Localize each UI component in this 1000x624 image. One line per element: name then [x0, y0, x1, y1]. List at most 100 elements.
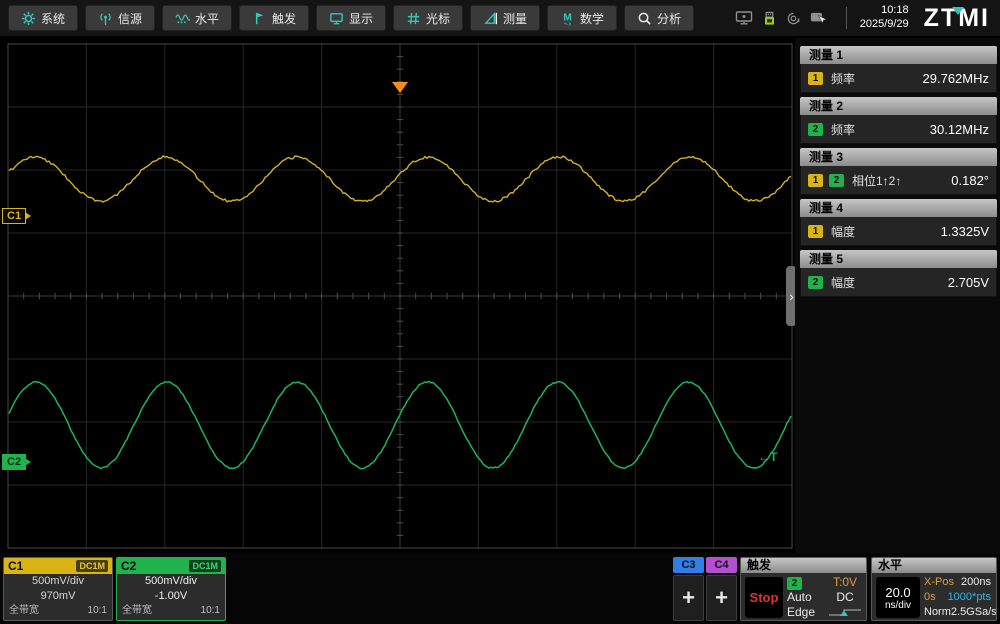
status-icons	[735, 10, 827, 26]
c2-marker-arrow-icon	[25, 458, 31, 466]
trigger-sweep-mode: Auto	[787, 591, 812, 604]
measurement-card-body: 2 幅度 2.705V	[800, 268, 997, 297]
c1-marker-arrow-icon	[25, 212, 31, 220]
c2-name: C2	[121, 559, 136, 573]
delay-value: 0s	[924, 591, 936, 604]
trigger-position-marker-icon[interactable]	[392, 82, 408, 93]
c2-scale: 500mV/div	[117, 574, 225, 589]
c2-bandwidth: 全带宽	[122, 604, 152, 618]
channel-badge: 2	[808, 123, 823, 136]
measurement-card[interactable]: 测量 41幅度1.3325V	[800, 199, 997, 246]
measurement-card-title: 测量 5	[800, 250, 997, 268]
toolbar-button-label: 光标	[426, 10, 450, 27]
analysis-magnifier-icon	[637, 11, 652, 26]
measurement-card-title: 测量 2	[800, 97, 997, 115]
record-points: 1000*pts	[948, 591, 991, 604]
toolbar-button-label: 水平	[195, 10, 219, 27]
channel-badge: 2	[829, 174, 844, 187]
scope-display[interactable]: C1 C2 ←T	[0, 38, 795, 555]
trigger-panel-title: 触发	[741, 558, 866, 573]
trigger-level-value: T:0V	[833, 576, 857, 589]
toolbar-button-math[interactable]: M+-x 数学	[547, 5, 617, 31]
acquire-mode: Norm	[924, 606, 951, 619]
c2-header: C2 DC1M	[117, 558, 225, 574]
measurement-value: 29.762MHz	[923, 71, 989, 86]
channel-badge: 1	[808, 72, 823, 85]
c2-coupling-badge: DC1M	[189, 560, 221, 572]
measurement-card-title: 测量 4	[800, 199, 997, 217]
measurement-value: 2.705V	[948, 275, 989, 290]
measurement-card[interactable]: 测量 5 2 幅度 2.705V	[800, 250, 997, 297]
toolbar-button-display[interactable]: 显示	[316, 5, 386, 31]
measure-triangle-icon	[483, 11, 498, 26]
xpos-label: X-Pos	[924, 576, 954, 589]
display-icon	[329, 11, 344, 26]
c1-name: C1	[8, 559, 23, 573]
c1-offset-marker-label: C1	[7, 210, 21, 222]
toolbar-button-label: 系统	[41, 10, 65, 27]
math-icon: M+-x	[560, 11, 575, 26]
measurement-card[interactable]: 测量 312相位1↑2↑0.182°	[800, 148, 997, 195]
clock-date: 2025/9/29	[860, 18, 909, 32]
c1-probe-ratio: 10:1	[88, 604, 107, 618]
timebase-value: 20.0	[885, 585, 910, 600]
c2-offset: -1.00V	[117, 589, 225, 604]
toolbar-button-horizontal[interactable]: 水平	[162, 5, 232, 31]
measurement-label: 幅度	[831, 274, 855, 291]
c3-name[interactable]: C3	[673, 557, 704, 573]
measurement-label: 频率	[831, 70, 855, 87]
toolbar-button-label: 显示	[349, 10, 373, 27]
c3-add-button[interactable]: +	[673, 575, 704, 621]
c2-offset-marker[interactable]: C2	[2, 454, 26, 470]
brand-logo-triangle-icon	[952, 7, 964, 15]
wave-icon	[175, 11, 190, 26]
channel-box-c4: C4 +	[706, 557, 737, 621]
trigger-type: Edge	[787, 606, 815, 619]
usb-device-icon	[762, 11, 777, 26]
toolbar-button-source[interactable]: 信源	[85, 5, 155, 31]
gear-icon	[21, 11, 36, 26]
window-span: 200ns	[961, 576, 991, 589]
trigger-level-marker[interactable]: ←T	[758, 450, 777, 464]
measurement-label: 频率	[831, 121, 855, 138]
measurement-card-body: 12 相位1↑2↑ 0.182°	[800, 166, 997, 195]
toolbar-button-trigger[interactable]: 触发	[239, 5, 309, 31]
toolbar-button-analysis[interactable]: 分析	[624, 5, 694, 31]
clock-time: 10:18	[860, 4, 909, 18]
clock: 10:18 2025/9/29	[860, 4, 909, 32]
rising-edge-icon	[827, 606, 863, 619]
c1-offset-marker[interactable]: C1	[2, 208, 26, 224]
measurement-label: 幅度	[831, 223, 855, 240]
measurement-value: 0.182°	[951, 173, 989, 188]
bottom-bar: C1 DC1M 500mV/div 970mV 全带宽 10:1 C2 DC1M…	[0, 553, 1000, 624]
channel-box-c1[interactable]: C1 DC1M 500mV/div 970mV 全带宽 10:1	[3, 557, 113, 621]
c4-name[interactable]: C4	[706, 557, 737, 573]
toolbar-button-label: 信源	[118, 10, 142, 27]
toolbar-button-cursor[interactable]: 光标	[393, 5, 463, 31]
gesture-icon	[810, 10, 827, 26]
trigger-panel[interactable]: 触发 Stop 2 Auto Edge T:0V DC	[740, 557, 867, 621]
measurement-card[interactable]: 测量 11频率29.762MHz	[800, 46, 997, 93]
c1-coupling-badge: DC1M	[76, 560, 108, 572]
acquisition-status: Stop	[745, 577, 783, 618]
toolbar-divider	[846, 7, 847, 29]
toolbar-button-system[interactable]: 系统	[8, 5, 78, 31]
toolbar-buttons: 系统 信源 水平 触发 显示 光标 测量 M+-x 数学 分析	[8, 5, 694, 31]
channel-badge: 2	[808, 276, 823, 289]
source-icon	[98, 11, 113, 26]
trigger-level-label: T	[770, 450, 777, 464]
toolbar-button-label: 数学	[580, 10, 604, 27]
measurement-card[interactable]: 测量 22频率30.12MHz	[800, 97, 997, 144]
c1-header: C1 DC1M	[4, 558, 112, 574]
timebase-box: 20.0 ns/div	[876, 577, 920, 618]
measurement-value: 1.3325V	[941, 224, 989, 239]
c2-probe-ratio: 10:1	[201, 604, 220, 618]
c4-add-button[interactable]: +	[706, 575, 737, 621]
channel-box-c2[interactable]: C2 DC1M 500mV/div -1.00V 全带宽 10:1	[116, 557, 226, 621]
channel-box-c3: C3 +	[673, 557, 704, 621]
horizontal-panel[interactable]: 水平 20.0 ns/div X-Pos 200ns 0s 1000*pts N…	[871, 557, 997, 621]
measurement-label: 相位1↑2↑	[852, 172, 901, 189]
channel-badge: 1	[808, 174, 823, 187]
toolbar-button-measure[interactable]: 测量	[470, 5, 540, 31]
sample-rate: 2.5GSa/s	[951, 606, 997, 619]
